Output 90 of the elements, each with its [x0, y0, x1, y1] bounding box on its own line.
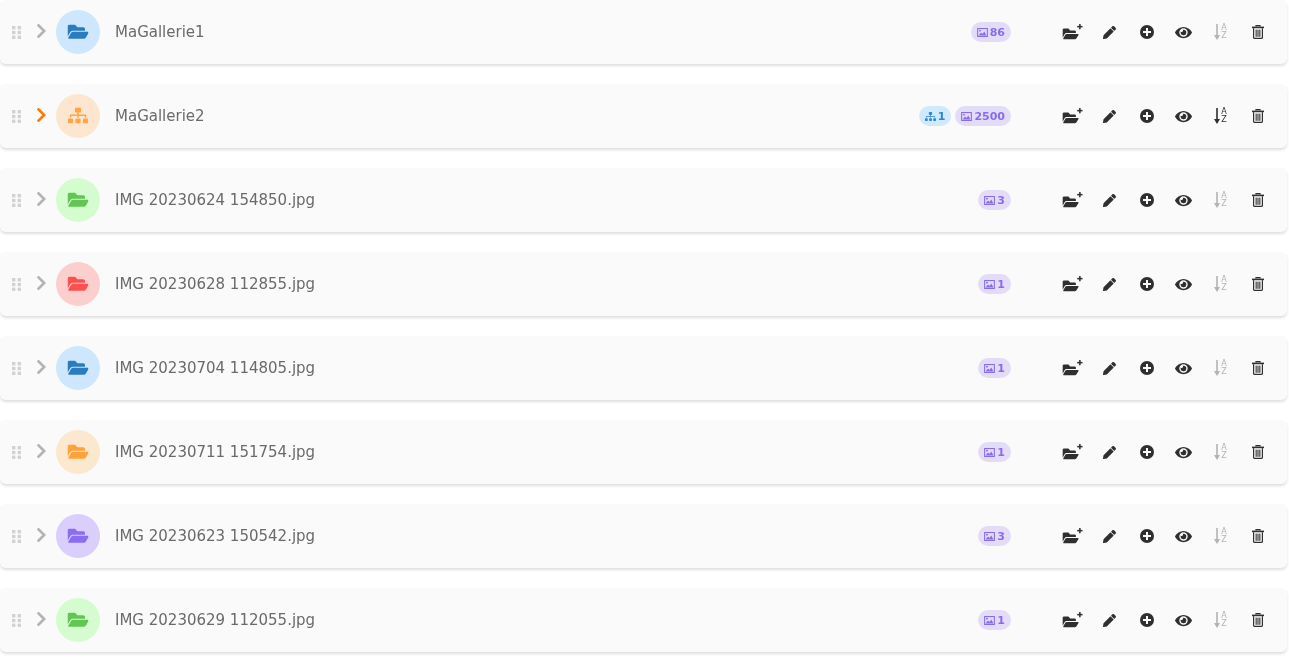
badge-count: 1 [997, 277, 1005, 291]
image-icon [961, 111, 973, 121]
eye-icon [1175, 612, 1192, 628]
arrow-down-icon [1214, 528, 1221, 544]
plus-circle-icon [1139, 445, 1154, 459]
drag-handle-icon[interactable] [12, 529, 21, 543]
folder-plus-icon [1062, 443, 1083, 461]
badge-count: 3 [997, 193, 1005, 207]
trash-icon [1251, 445, 1264, 459]
eye-icon [1175, 444, 1192, 460]
sort-alphabetical-button[interactable]: A Z [1202, 605, 1239, 635]
trash-icon [1251, 361, 1264, 375]
trash-icon [1251, 25, 1264, 39]
drag-handle-icon[interactable] [12, 109, 21, 123]
plus-circle-icon [1139, 277, 1154, 291]
arrow-down-icon [1214, 444, 1221, 460]
sort-alphabetical-button[interactable]: A Z [1202, 521, 1239, 551]
trash-icon [1251, 193, 1264, 207]
sort-alphabetical-button[interactable]: A Z [1202, 353, 1239, 383]
pencil-icon [1103, 193, 1116, 207]
gallery-name: MaGallerie1 [115, 23, 206, 41]
eye-icon [1175, 192, 1192, 208]
gallery-name: IMG 20230711 151754.jpg [115, 443, 317, 461]
pencil-icon [1103, 529, 1116, 543]
plus-circle-icon [1139, 25, 1154, 39]
image-icon [984, 531, 996, 541]
trash-icon [1251, 529, 1264, 543]
gallery-name: IMG 20230623 150542.jpg [115, 527, 317, 545]
plus-circle-icon [1139, 193, 1154, 207]
eye-icon [1175, 108, 1192, 124]
gallery-name: MaGallerie2 [115, 107, 206, 125]
pencil-icon [1103, 445, 1116, 459]
arrow-down-icon [1214, 108, 1221, 124]
gallery-name: IMG 20230629 112055.jpg [115, 611, 317, 629]
folder-plus-icon [1062, 527, 1083, 545]
arrow-down-icon [1214, 192, 1221, 208]
eye-icon [1175, 276, 1192, 292]
gallery-name: IMG 20230624 154850.jpg [115, 191, 317, 209]
badge-count: 1 [997, 361, 1005, 375]
badge-count: 3 [997, 529, 1005, 543]
gallery-name: IMG 20230704 114805.jpg [115, 359, 317, 377]
folder-plus-icon [1062, 611, 1083, 629]
arrow-down-icon [1214, 612, 1221, 628]
badge-count: 1 [997, 613, 1005, 627]
eye-icon [1175, 360, 1192, 376]
plus-circle-icon [1139, 361, 1154, 375]
sort-alphabetical-button[interactable]: A Z [1202, 101, 1239, 131]
drag-handle-icon[interactable] [12, 193, 21, 207]
pencil-icon [1103, 109, 1116, 123]
folder-plus-icon [1062, 107, 1083, 125]
hierarchy-icon [924, 111, 936, 121]
badge-count: 1 [937, 109, 946, 123]
plus-circle-icon [1139, 109, 1154, 123]
drag-handle-icon[interactable] [12, 613, 21, 627]
image-icon [984, 615, 996, 625]
badge-count: 2500 [974, 109, 1005, 123]
folder-plus-icon [1062, 359, 1083, 377]
pencil-icon [1103, 361, 1116, 375]
plus-circle-icon [1139, 529, 1154, 543]
trash-icon [1251, 613, 1264, 627]
arrow-down-icon [1214, 24, 1221, 40]
folder-plus-icon [1062, 275, 1083, 293]
sort-alphabetical-button[interactable]: A Z [1202, 17, 1239, 47]
pencil-icon [1103, 613, 1116, 627]
eye-icon [1175, 528, 1192, 544]
trash-icon [1251, 277, 1264, 291]
arrow-down-icon [1214, 360, 1221, 376]
image-icon [984, 279, 996, 289]
plus-circle-icon [1139, 613, 1154, 627]
drag-handle-icon[interactable] [12, 25, 21, 39]
image-icon [976, 27, 988, 37]
drag-handle-icon[interactable] [12, 277, 21, 291]
folder-plus-icon [1062, 191, 1083, 209]
image-icon [984, 195, 996, 205]
pencil-icon [1103, 25, 1116, 39]
sort-alphabetical-button[interactable]: A Z [1202, 437, 1239, 467]
badge-count: 1 [997, 445, 1005, 459]
pencil-icon [1103, 277, 1116, 291]
image-icon [984, 447, 996, 457]
drag-handle-icon[interactable] [12, 445, 21, 459]
arrow-down-icon [1214, 276, 1221, 292]
sort-alphabetical-button[interactable]: A Z [1202, 269, 1239, 299]
badge-count: 86 [989, 25, 1005, 39]
trash-icon [1251, 109, 1264, 123]
image-icon [984, 363, 996, 373]
eye-icon [1175, 24, 1192, 40]
gallery-name: IMG 20230628 112855.jpg [115, 275, 317, 293]
drag-handle-icon[interactable] [12, 361, 21, 375]
sort-alphabetical-button[interactable]: A Z [1202, 185, 1239, 215]
folder-plus-icon [1062, 23, 1083, 41]
